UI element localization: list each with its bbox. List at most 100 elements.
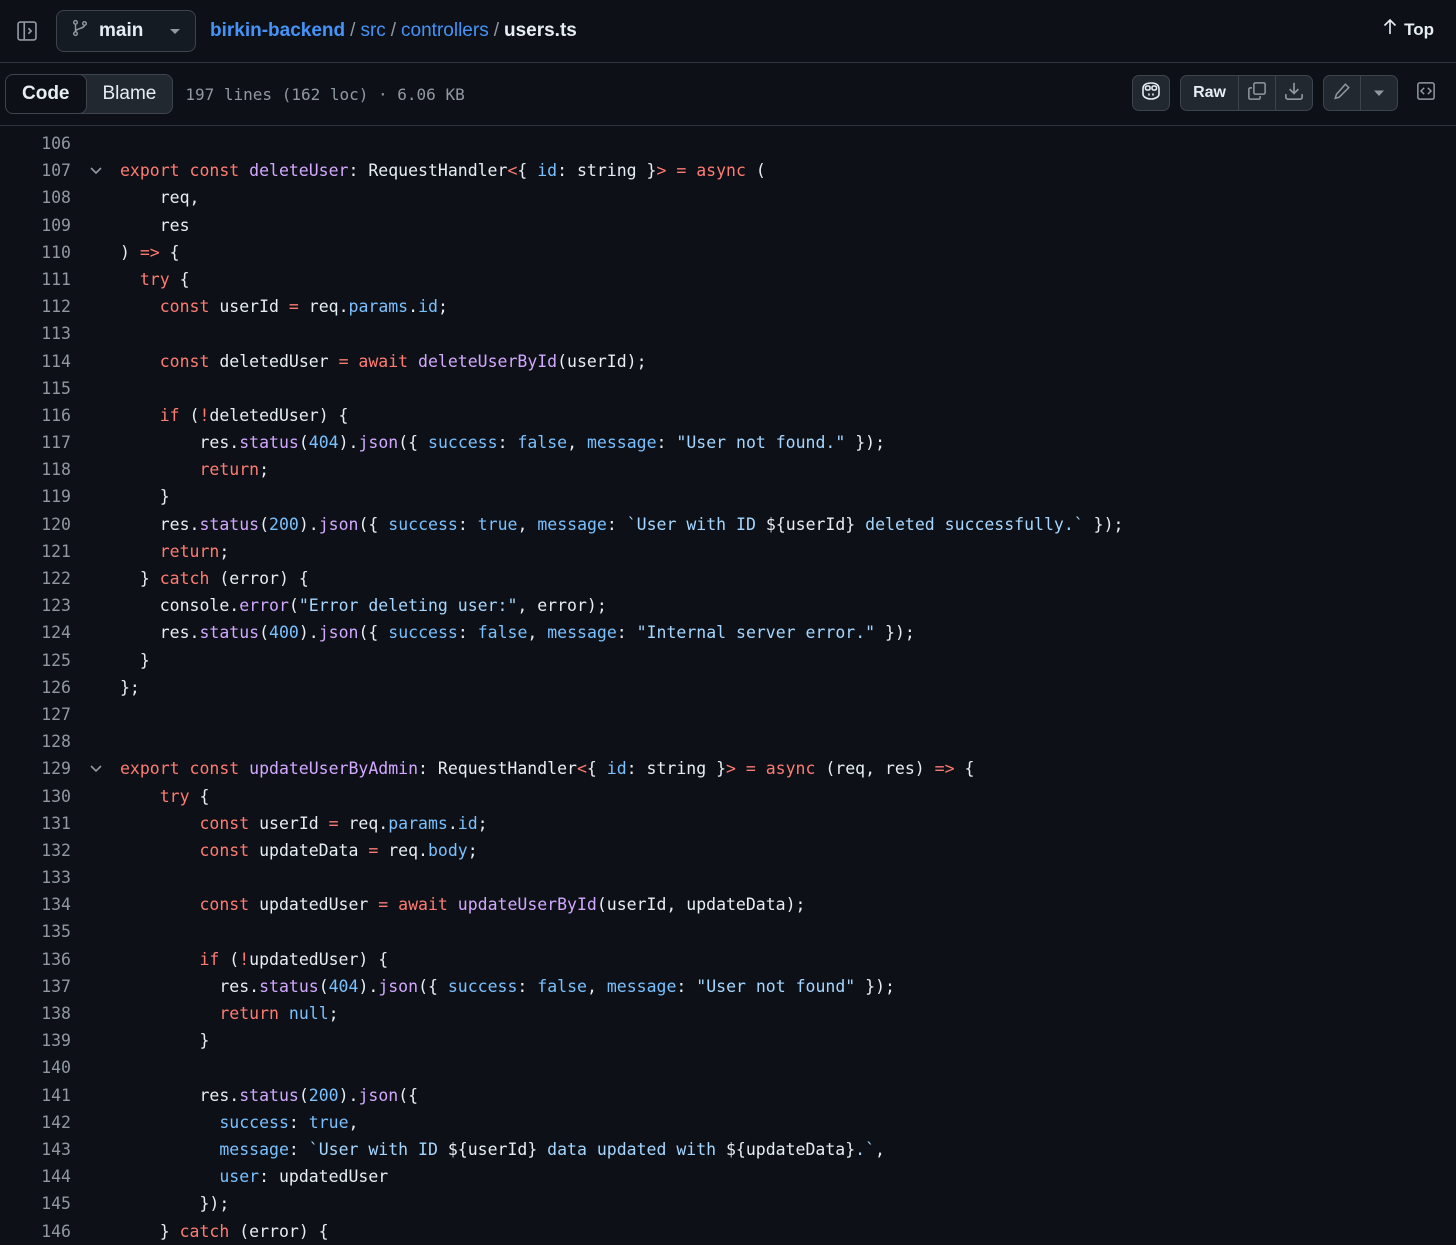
line-number[interactable]: 116 [0,402,71,429]
line-number[interactable]: 110 [0,239,71,266]
code-text: if (!deletedUser) { [120,402,349,429]
branch-name: main [99,20,144,41]
code-token: . [408,297,419,317]
line-number[interactable]: 121 [0,538,71,565]
code-token: , [567,433,587,453]
code-token: message [120,1139,289,1159]
line-number[interactable]: 145 [0,1190,71,1217]
fold-chevron-icon[interactable] [71,755,120,782]
raw-button[interactable]: Raw [1181,76,1239,110]
line-number[interactable]: 131 [0,810,71,837]
line-number[interactable]: 126 [0,674,71,701]
code-token: , [586,976,607,996]
code-token: export const [120,161,250,181]
line-number[interactable]: 134 [0,891,71,918]
line-number[interactable]: 132 [0,837,71,864]
line-number[interactable]: 111 [0,266,71,293]
line-number[interactable]: 141 [0,1082,71,1109]
line-number[interactable]: 144 [0,1163,71,1190]
code-token: "Error deleting user:" [298,596,518,616]
line-number[interactable]: 112 [0,293,71,320]
line-number[interactable]: 124 [0,619,71,646]
symbols-button[interactable] [1408,75,1444,111]
sidebar-toggle-icon[interactable] [10,14,44,48]
line-number[interactable]: 128 [0,728,71,755]
branch-selector[interactable]: main [56,10,196,52]
code-token: req. [388,840,428,860]
line-number[interactable]: 114 [0,348,71,375]
code-token: updatedUser [259,895,379,915]
code-line: 107 export const deleteUser: RequestHandl… [0,157,1456,184]
line-number[interactable]: 119 [0,483,71,510]
line-number[interactable]: 135 [0,918,71,945]
code-token: false [477,623,528,643]
code-token: status [259,976,319,996]
code-token: updateUserByAdmin [249,759,419,779]
code-token: ${userId} [765,514,856,534]
fold-gutter [71,1218,120,1245]
code-token: json [358,433,399,453]
code-token: > = async [726,759,826,779]
line-number[interactable]: 138 [0,1000,71,1027]
code-line: 137 res.status(404).json({ success: fals… [0,973,1456,1000]
top-button[interactable]: Top [1382,18,1434,41]
breadcrumb-controllers-link[interactable]: controllers [401,20,489,42]
line-number[interactable]: 130 [0,783,71,810]
code-token: id [457,813,478,833]
line-number[interactable]: 137 [0,973,71,1000]
code-line: 118 return; [0,456,1456,483]
line-number[interactable]: 127 [0,701,71,728]
code-token: }); [875,623,915,643]
line-number[interactable]: 106 [0,130,71,157]
code-token: }); [855,976,895,996]
download-button[interactable] [1276,76,1312,110]
line-number[interactable]: 115 [0,375,71,402]
line-number[interactable]: 136 [0,946,71,973]
code-line: 114 const deletedUser = await deleteUser… [0,348,1456,375]
fold-gutter [71,1027,120,1054]
line-number[interactable]: 123 [0,592,71,619]
triangle-down-icon [1373,84,1385,102]
fold-gutter [71,212,120,239]
line-number[interactable]: 117 [0,429,71,456]
tab-blame[interactable]: Blame [87,75,173,113]
breadcrumb-repo-link[interactable]: birkin-backend [210,20,345,42]
line-number[interactable]: 109 [0,212,71,239]
fold-chevron-icon[interactable] [71,157,120,184]
code-token: ! [199,405,210,425]
edit-dropdown-button[interactable] [1361,76,1397,110]
fold-gutter [71,592,120,619]
line-number[interactable]: 142 [0,1109,71,1136]
line-number[interactable]: 140 [0,1054,71,1081]
tab-code[interactable]: Code [6,75,87,113]
code-token: success [388,623,458,643]
line-number[interactable]: 108 [0,184,71,211]
line-number[interactable]: 129 [0,755,71,782]
code-token: deleteUserById [418,351,558,371]
line-number[interactable]: 118 [0,456,71,483]
code-token: ( [229,949,240,969]
edit-actions-group [1323,75,1398,111]
code-text: export const deleteUser: RequestHandler<… [120,157,766,184]
line-number[interactable]: 113 [0,320,71,347]
line-number[interactable]: 125 [0,647,71,674]
line-number[interactable]: 133 [0,864,71,891]
line-number[interactable]: 143 [0,1136,71,1163]
copy-button[interactable] [1239,76,1276,110]
line-number[interactable]: 107 [0,157,71,184]
code-token: ) [120,242,140,262]
copilot-button[interactable] [1132,75,1171,111]
chevron-down-icon [169,20,181,42]
code-token: data updated with [537,1139,726,1159]
code-token: ${userId} [447,1139,538,1159]
line-number[interactable]: 146 [0,1218,71,1245]
code-token: export const [120,759,250,779]
breadcrumb-src-link[interactable]: src [360,20,385,42]
fold-gutter [71,837,120,864]
code-line: 119 } [0,483,1456,510]
line-number[interactable]: 120 [0,511,71,538]
edit-button[interactable] [1324,76,1361,110]
fold-gutter [71,375,120,402]
line-number[interactable]: 139 [0,1027,71,1054]
line-number[interactable]: 122 [0,565,71,592]
